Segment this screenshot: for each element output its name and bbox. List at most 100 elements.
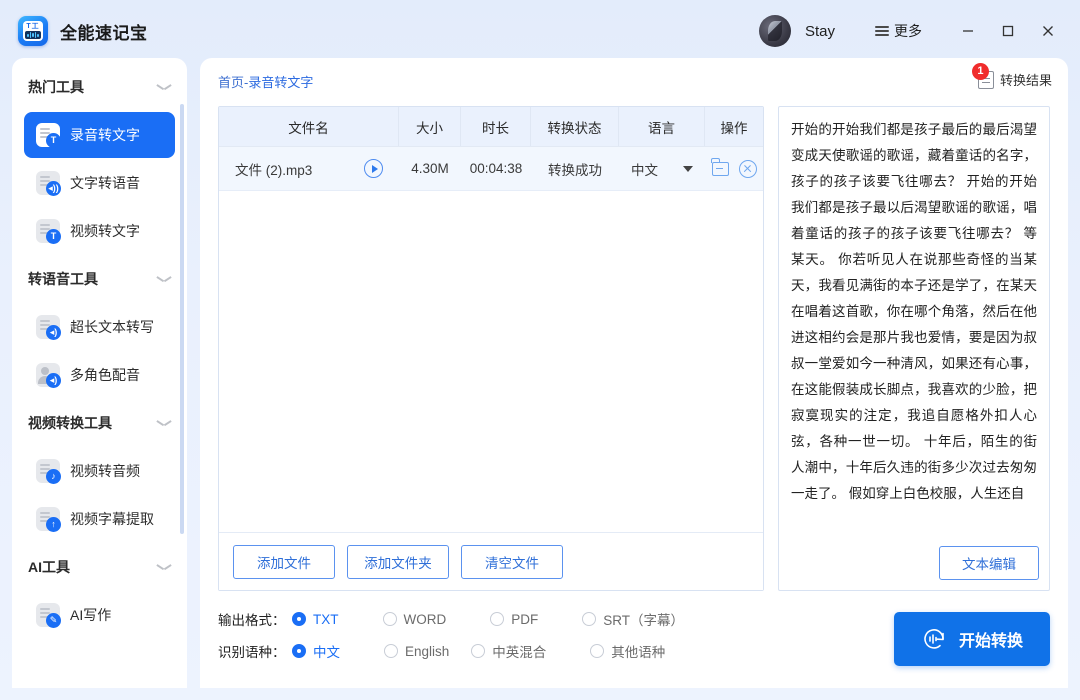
sidebar-group-video-tools[interactable]: 视频转换工具: [12, 400, 187, 446]
clear-files-button[interactable]: 清空文件: [461, 545, 563, 579]
breadcrumb-home[interactable]: 首页: [218, 75, 244, 90]
scene-option-label: 办公会议: [410, 687, 464, 688]
language-option-mixed[interactable]: 中英混合: [471, 641, 546, 661]
play-icon[interactable]: [364, 159, 383, 178]
sidebar-item-video-to-audio[interactable]: ♪ 视频转音频: [24, 448, 175, 494]
ai-writing-icon: ✎: [36, 603, 60, 627]
sidebar-item-label: AI写作: [70, 605, 111, 625]
sidebar-item-audio-to-text[interactable]: T 录音转文字: [24, 112, 175, 158]
scene-option-education[interactable]: 教育培训: [486, 687, 561, 688]
subtitle-extract-icon: ↑: [36, 507, 60, 531]
radio-icon: [292, 612, 306, 626]
open-folder-icon[interactable]: [712, 162, 729, 176]
language-value: 中文: [631, 159, 658, 179]
language-option-chinese[interactable]: 中文: [292, 641, 340, 661]
transcript-text[interactable]: 开始的开始我们都是孩子最后的最后渴望变成天使歌谣的歌谣，藏着童话的名字，孩子的孩…: [791, 117, 1037, 537]
format-option-label: SRT（字幕）: [603, 609, 684, 629]
table-row[interactable]: 文件 (2).mp3 4.30M 00:04:38 转换成功 中文: [219, 147, 763, 191]
user-name[interactable]: Stay: [805, 23, 835, 40]
sidebar-item-multi-role-dub[interactable]: ◂) 多角色配音: [24, 352, 175, 398]
scene-option-news[interactable]: 新闻媒体: [583, 687, 658, 688]
sidebar-item-label: 视频转文字: [70, 221, 140, 241]
cell-actions: [705, 147, 763, 190]
more-menu-label: 更多: [894, 21, 922, 41]
language-option-label: 中英混合: [492, 641, 546, 661]
maximize-button[interactable]: [988, 11, 1028, 51]
chevron-down-icon: [157, 563, 171, 571]
scene-option-label: 新闻媒体: [604, 687, 658, 688]
radio-icon: [383, 612, 397, 626]
cell-duration: 00:04:38: [461, 147, 531, 190]
sidebar-group-hot-tools[interactable]: 热门工具: [12, 64, 187, 110]
sidebar-item-text-to-speech[interactable]: ◂)) 文字转语音: [24, 160, 175, 206]
cell-size: 4.30M: [399, 147, 461, 190]
titlebar-right: Stay 更多: [759, 0, 1080, 62]
transcript-panel: 开始的开始我们都是孩子最后的最后渴望变成天使歌谣的歌谣，藏着童话的名字，孩子的孩…: [778, 106, 1050, 591]
audio-to-text-icon: T: [36, 123, 60, 147]
avatar[interactable]: [759, 15, 791, 47]
format-option-txt[interactable]: TXT: [292, 612, 339, 627]
recognition-language-label: 识别语种：: [218, 641, 292, 661]
sidebar-item-video-to-text[interactable]: T 视频转文字: [24, 208, 175, 254]
sidebar-group-ai-tools[interactable]: AI工具: [12, 544, 187, 590]
convert-icon: [921, 626, 947, 652]
sidebar-item-long-text[interactable]: ◂) 超长文本转写: [24, 304, 175, 350]
sidebar-item-subtitle-extract[interactable]: ↑ 视频字幕提取: [24, 496, 175, 542]
radio-icon: [292, 644, 306, 658]
radio-icon: [384, 644, 398, 658]
cell-status: 转换成功: [531, 147, 619, 190]
output-format-label: 输出格式：: [218, 609, 292, 629]
scene-option-office[interactable]: 办公会议: [389, 687, 464, 688]
close-button[interactable]: [1028, 11, 1068, 51]
table-action-bar: 添加文件 添加文件夹 清空文件: [219, 532, 763, 590]
more-menu-button[interactable]: 更多: [875, 21, 922, 41]
scene-option-it[interactable]: IT科技: [680, 687, 740, 688]
language-option-label: 其他语种: [611, 641, 665, 661]
language-option-english[interactable]: English: [384, 644, 449, 659]
scene-option-label: 通用场景: [313, 687, 367, 688]
minimize-button[interactable]: [948, 11, 988, 51]
language-option-other[interactable]: 其他语种: [590, 641, 665, 661]
start-conversion-button[interactable]: 开始转换: [894, 612, 1050, 666]
radio-icon: [582, 612, 596, 626]
sidebar-item-label: 视频字幕提取: [70, 509, 154, 529]
scene-option-label: IT科技: [701, 687, 740, 688]
add-file-button[interactable]: 添加文件: [233, 545, 335, 579]
video-to-text-icon: T: [36, 219, 60, 243]
text-edit-button[interactable]: 文本编辑: [939, 546, 1039, 580]
format-option-srt[interactable]: SRT（字幕）: [582, 609, 684, 629]
sidebar-group-label: 转语音工具: [28, 269, 98, 289]
cell-language-select[interactable]: 中文: [619, 147, 705, 190]
format-option-label: WORD: [404, 612, 447, 627]
add-folder-button[interactable]: 添加文件夹: [347, 545, 449, 579]
sidebar-item-label: 文字转语音: [70, 173, 140, 193]
conversion-result-button[interactable]: 1 转换结果: [978, 70, 1052, 89]
chevron-down-icon: [157, 275, 171, 283]
text-to-speech-icon: ◂)): [36, 171, 60, 195]
sidebar-item-ai-writing[interactable]: ✎ AI写作: [24, 592, 175, 638]
format-option-label: PDF: [511, 612, 538, 627]
app-window: T工 全能速记宝 Stay 更多: [0, 0, 1080, 700]
sidebar-group-speech-tools[interactable]: 转语音工具: [12, 256, 187, 302]
scene-option-general[interactable]: 通用场景: [292, 687, 367, 688]
format-option-label: TXT: [313, 612, 339, 627]
table-header-status: 转换状态: [531, 107, 619, 146]
result-badge: 1: [972, 63, 989, 80]
filename-text: 文件 (2).mp3: [235, 159, 312, 179]
app-title: 全能速记宝: [60, 19, 148, 44]
chevron-down-icon: [157, 419, 171, 427]
sidebar: 热门工具 T 录音转文字 ◂)) 文字转语音 T 视频转文字: [12, 58, 187, 688]
table-header-duration: 时长: [461, 107, 531, 146]
remove-file-icon[interactable]: [739, 160, 757, 178]
format-option-word[interactable]: WORD: [383, 612, 447, 627]
window-controls: [948, 11, 1068, 51]
radio-icon: [490, 612, 504, 626]
conversion-result-label: 转换结果: [1000, 70, 1052, 89]
sidebar-scrollbar[interactable]: [180, 104, 184, 534]
format-option-pdf[interactable]: PDF: [490, 612, 538, 627]
usage-scene-row: 使用场景： 通用场景 办公会议 教育培训 新闻媒体: [218, 681, 1058, 688]
table-header-row: 文件名 大小 时长 转换状态 语言 操作: [219, 107, 763, 147]
sidebar-item-label: 视频转音频: [70, 461, 140, 481]
app-logo-icon: T工: [18, 16, 48, 46]
language-option-label: English: [405, 644, 449, 659]
